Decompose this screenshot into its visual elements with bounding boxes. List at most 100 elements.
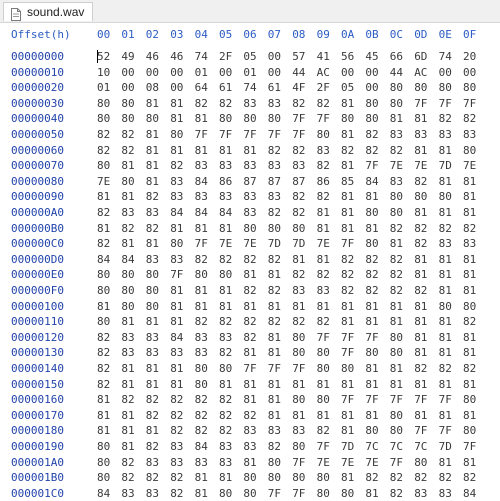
hex-byte[interactable]: 81: [170, 143, 183, 158]
tab-sound-wav[interactable]: sound.wav: [3, 2, 94, 21]
hex-byte[interactable]: 81: [121, 423, 134, 438]
hex-byte[interactable]: 82: [317, 189, 330, 204]
hex-byte[interactable]: 82: [170, 470, 183, 485]
hex-byte[interactable]: 82: [243, 252, 256, 267]
hex-byte[interactable]: 81: [292, 408, 305, 423]
hex-byte[interactable]: 84: [365, 174, 378, 189]
hex-byte[interactable]: 80: [414, 189, 427, 204]
hex-byte[interactable]: 83: [219, 330, 232, 345]
hex-byte[interactable]: 80: [243, 221, 256, 236]
hex-byte[interactable]: 83: [390, 127, 403, 142]
hex-byte[interactable]: 7F: [463, 96, 476, 111]
hex-byte[interactable]: 81: [243, 267, 256, 282]
hex-byte[interactable]: 82: [390, 143, 403, 158]
hex-byte[interactable]: 82: [170, 423, 183, 438]
hex-byte[interactable]: 82: [243, 330, 256, 345]
hex-byte[interactable]: 81: [439, 314, 452, 329]
hex-byte[interactable]: 80: [390, 96, 403, 111]
hex-byte[interactable]: 80: [365, 111, 378, 126]
hex-byte[interactable]: 7F: [268, 486, 281, 501]
hex-byte[interactable]: 80: [97, 111, 110, 126]
hex-byte[interactable]: 82: [439, 470, 452, 485]
hex-byte[interactable]: 84: [195, 205, 208, 220]
hex-byte[interactable]: 80: [292, 470, 305, 485]
hex-byte[interactable]: 82: [97, 377, 110, 392]
hex-byte[interactable]: 80: [390, 80, 403, 95]
hex-byte[interactable]: 80: [317, 345, 330, 360]
hex-byte[interactable]: 7F: [365, 330, 378, 345]
hex-byte[interactable]: 82: [317, 96, 330, 111]
hex-byte[interactable]: 82: [97, 143, 110, 158]
hex-byte[interactable]: 81: [268, 392, 281, 407]
hex-byte[interactable]: 82: [463, 111, 476, 126]
hex-byte[interactable]: 7F: [414, 423, 427, 438]
hex-byte[interactable]: 81: [317, 205, 330, 220]
hex-byte[interactable]: 81: [439, 408, 452, 423]
hex-byte[interactable]: 82: [317, 158, 330, 173]
hex-byte[interactable]: 05: [341, 80, 354, 95]
hex-byte[interactable]: 80: [243, 111, 256, 126]
hex-byte[interactable]: 80: [268, 470, 281, 485]
hex-byte[interactable]: 7D: [439, 158, 452, 173]
hex-byte[interactable]: 81: [414, 252, 427, 267]
hex-byte[interactable]: 80: [268, 221, 281, 236]
hex-byte[interactable]: 81: [341, 189, 354, 204]
hex-byte[interactable]: 83: [268, 96, 281, 111]
hex-byte[interactable]: 80: [170, 236, 183, 251]
hex-byte[interactable]: 80: [121, 283, 134, 298]
hex-byte[interactable]: 46: [170, 49, 183, 64]
hex-byte[interactable]: 80: [219, 267, 232, 282]
hex-byte[interactable]: 81: [341, 96, 354, 111]
hex-byte[interactable]: 08: [146, 80, 159, 95]
hex-byte[interactable]: 2F: [219, 49, 232, 64]
hex-byte[interactable]: 00: [146, 65, 159, 80]
hex-byte[interactable]: 82: [121, 455, 134, 470]
hex-byte[interactable]: 7F: [463, 439, 476, 454]
hex-byte[interactable]: 49: [121, 49, 134, 64]
hex-byte[interactable]: 7F: [439, 96, 452, 111]
hex-byte[interactable]: 81: [292, 299, 305, 314]
hex-byte[interactable]: 81: [292, 377, 305, 392]
hex-byte[interactable]: 81: [390, 236, 403, 251]
hex-byte[interactable]: 80: [463, 299, 476, 314]
hex-byte[interactable]: 81: [341, 158, 354, 173]
hex-byte[interactable]: 81: [97, 299, 110, 314]
hex-byte[interactable]: 81: [414, 377, 427, 392]
hex-byte[interactable]: 80: [195, 377, 208, 392]
hex-byte[interactable]: 81: [170, 299, 183, 314]
hex-byte[interactable]: 7E: [390, 158, 403, 173]
hex-byte[interactable]: 80: [317, 470, 330, 485]
hex-byte[interactable]: 82: [146, 189, 159, 204]
hex-byte[interactable]: 82: [97, 236, 110, 251]
hex-byte[interactable]: 80: [121, 111, 134, 126]
hex-byte[interactable]: 82: [414, 283, 427, 298]
hex-byte[interactable]: 81: [439, 330, 452, 345]
hex-byte[interactable]: 81: [268, 267, 281, 282]
hex-byte[interactable]: 83: [195, 158, 208, 173]
hex-byte[interactable]: 80: [390, 205, 403, 220]
hex-byte[interactable]: 81: [365, 299, 378, 314]
hex-byte[interactable]: 82: [219, 96, 232, 111]
hex-byte[interactable]: 7F: [243, 127, 256, 142]
hex-byte[interactable]: 82: [414, 174, 427, 189]
hex-byte[interactable]: 74: [195, 49, 208, 64]
hex-byte[interactable]: 7F: [292, 486, 305, 501]
hex-byte[interactable]: 81: [195, 221, 208, 236]
hex-byte[interactable]: 81: [317, 408, 330, 423]
hex-byte[interactable]: 81: [463, 205, 476, 220]
hex-byte[interactable]: 83: [170, 189, 183, 204]
hex-byte[interactable]: 82: [146, 392, 159, 407]
hex-byte[interactable]: 82: [268, 439, 281, 454]
hex-byte[interactable]: 80: [97, 267, 110, 282]
hex-byte[interactable]: 81: [317, 221, 330, 236]
hex-byte[interactable]: 80: [146, 111, 159, 126]
hex-byte[interactable]: 81: [219, 470, 232, 485]
hex-byte[interactable]: 00: [121, 80, 134, 95]
hex-byte[interactable]: 80: [390, 408, 403, 423]
hex-byte[interactable]: 84: [97, 252, 110, 267]
hex-byte[interactable]: 84: [219, 205, 232, 220]
hex-byte[interactable]: 80: [195, 361, 208, 376]
hex-byte[interactable]: 82: [439, 221, 452, 236]
hex-byte[interactable]: 82: [170, 392, 183, 407]
hex-byte[interactable]: 7F: [317, 330, 330, 345]
